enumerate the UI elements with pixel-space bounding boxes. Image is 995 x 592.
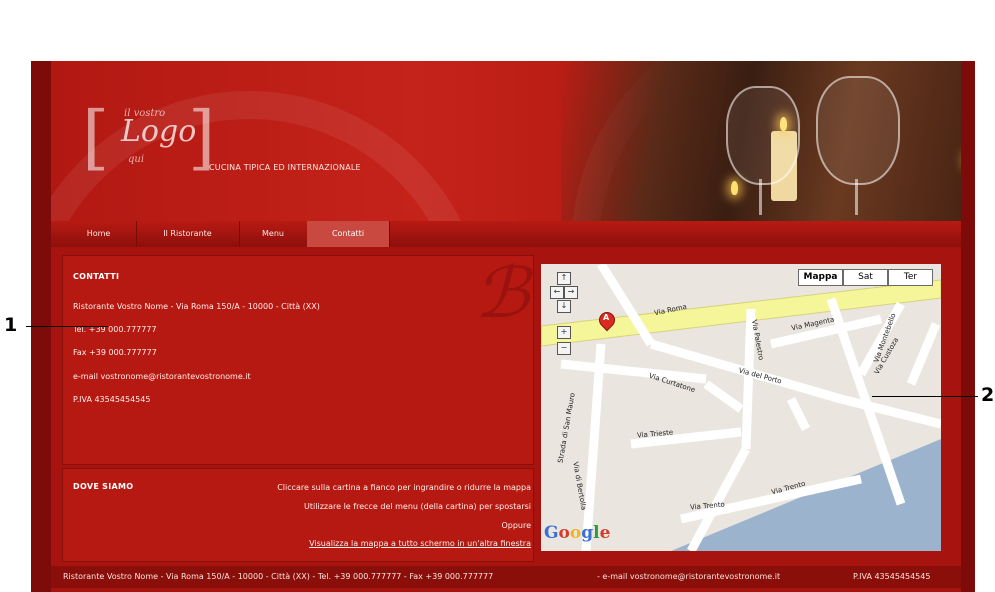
nav-il-ristorante[interactable]: Il Ristorante	[136, 221, 240, 247]
nav-home[interactable]: Home	[61, 221, 137, 247]
pan-left-icon[interactable]: ←	[550, 286, 564, 299]
nav-contatti[interactable]: Contatti	[307, 221, 390, 247]
location-hint-or: Oppure	[501, 521, 531, 530]
site-logo[interactable]: [ il vostro Logo qui ]	[82, 96, 228, 182]
callout-line-2	[872, 396, 978, 397]
glass-stem	[855, 179, 858, 215]
tagline: CUCINA TIPICA ED INTERNAZIONALE	[209, 163, 361, 172]
flame	[731, 181, 738, 195]
pan-right-icon[interactable]: →	[564, 286, 578, 299]
logo-bottom-text: qui	[128, 154, 145, 165]
location-title: DOVE SIAMO	[73, 482, 134, 491]
contacts-title: CONTATTI	[73, 272, 120, 281]
contact-address: Ristorante Vostro Nome - Via Roma 150/A …	[73, 302, 320, 311]
wine-glass	[726, 86, 800, 185]
logo-bracket: ]	[188, 96, 216, 178]
fullscreen-map-link[interactable]: Visualizza la mappa a tutto schermo in u…	[309, 539, 531, 548]
map-roads	[541, 264, 941, 551]
location-hint-zoom: Cliccare sulla cartina a fianco per ingr…	[277, 483, 531, 492]
location-hint-arrows: Utilizzare le frecce del menu (della car…	[304, 502, 531, 511]
zoom-out-icon[interactable]: −	[557, 342, 571, 355]
ornament-icon: ℬ	[474, 252, 530, 334]
google-logo[interactable]: Google	[544, 523, 610, 543]
nav-menu[interactable]: Menu	[239, 221, 308, 247]
pan-up-icon[interactable]: ↑	[557, 272, 571, 285]
pan-down-icon[interactable]: ↓	[557, 300, 571, 313]
footer-address: Ristorante Vostro Nome - Via Roma 150/A …	[63, 572, 494, 581]
contact-fax: Fax +39 000.777777	[73, 348, 157, 357]
contacts-panel	[62, 255, 534, 465]
footer-email[interactable]: - e-mail vostronome@ristorantevostronome…	[597, 572, 780, 581]
callout-line-1	[26, 326, 108, 327]
wine-glass	[816, 76, 900, 185]
map-marker-label: A	[603, 313, 610, 322]
logo-main-text: Logo	[121, 114, 197, 149]
main-nav: Home Il Ristorante Menu Contatti	[51, 221, 961, 247]
callout-number-1: 1	[4, 314, 18, 336]
contact-email[interactable]: e-mail vostronome@ristorantevostronome.i…	[73, 372, 251, 381]
header-photo	[561, 61, 961, 221]
map-type-ter[interactable]: Ter	[888, 269, 933, 286]
map-type-sat[interactable]: Sat	[843, 269, 888, 286]
glass-stem	[759, 179, 762, 215]
contact-piva: P.IVA 43545454545	[73, 395, 151, 404]
logo-bracket: [	[82, 96, 110, 178]
zoom-in-icon[interactable]: +	[557, 326, 571, 339]
map-type-mappa[interactable]: Mappa	[798, 269, 843, 286]
footer-piva: P.IVA 43545454545	[853, 572, 931, 581]
google-map[interactable]: Via Roma Via Magenta Via Palestro Via Cu…	[541, 264, 941, 551]
callout-number-2: 2	[981, 384, 995, 406]
